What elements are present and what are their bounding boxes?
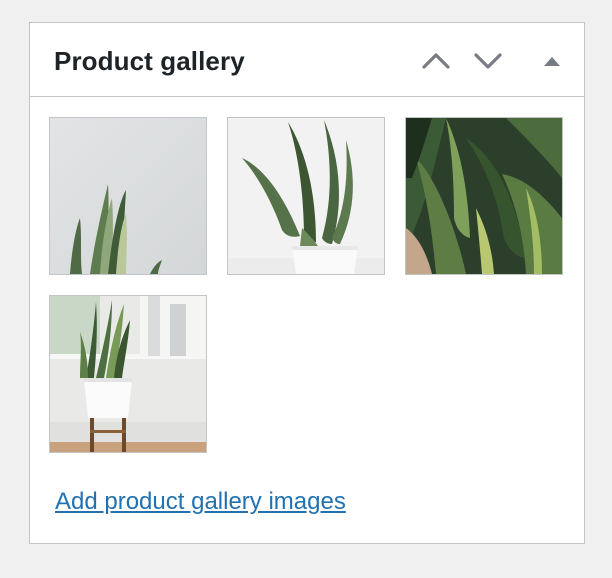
triangle-up-icon	[544, 57, 560, 66]
move-down-button[interactable]	[470, 43, 506, 79]
gallery-image[interactable]	[405, 117, 563, 275]
snake-plant-grey-image	[50, 118, 206, 274]
chevron-down-icon	[474, 53, 502, 69]
snake-plant-leaves-closeup-image	[406, 118, 562, 274]
gallery-image[interactable]	[227, 117, 385, 275]
gallery-image[interactable]	[49, 117, 207, 275]
product-gallery-panel: Product gallery Add product gallery imag…	[29, 22, 585, 544]
toggle-panel-button[interactable]	[534, 43, 570, 79]
gallery-grid	[49, 117, 569, 457]
add-gallery-images-link[interactable]: Add product gallery images	[55, 487, 346, 517]
move-up-button[interactable]	[418, 43, 454, 79]
gallery-image[interactable]	[49, 295, 207, 453]
panel-header: Product gallery	[30, 23, 584, 97]
panel-title: Product gallery	[54, 46, 245, 76]
snake-plant-white-pot-image	[228, 118, 384, 274]
chevron-up-icon	[422, 53, 450, 69]
snake-plant-wooden-stand-image	[50, 296, 206, 452]
